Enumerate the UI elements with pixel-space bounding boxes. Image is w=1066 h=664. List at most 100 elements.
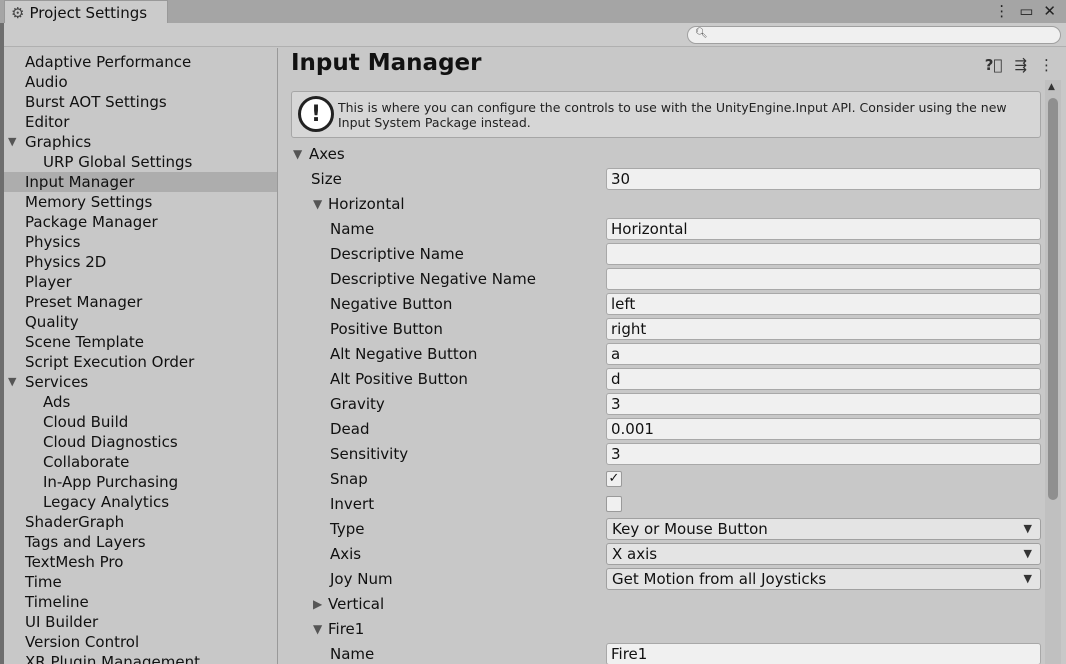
sidebar-item-shadergraph[interactable]: ShaderGraph [4, 512, 277, 532]
sidebar-item-xr-plugin-management[interactable]: XR Plugin Management [4, 652, 277, 664]
negative-button-field[interactable]: left [606, 293, 1041, 315]
vertical-foldout[interactable]: Vertical [328, 594, 384, 614]
sidebar-item-label: In-App Purchasing [43, 473, 179, 491]
tab-project-settings[interactable]: ⚙ Project Settings [4, 0, 168, 24]
input-manager-panel: Input Manager ?⃝ ⇶ ⋮ ! This is where you… [279, 48, 1066, 664]
tab-title: Project Settings [29, 3, 148, 22]
positive-button-field[interactable]: right [606, 318, 1041, 340]
caret-down-icon[interactable]: ▼ [293, 144, 302, 164]
maximize-icon[interactable]: ▭ [1019, 2, 1033, 20]
size-label: Size [311, 170, 342, 188]
sidebar-item-label: Legacy Analytics [43, 493, 170, 511]
descriptive-negative-name-field[interactable] [606, 268, 1041, 290]
snap-label: Snap [330, 470, 368, 488]
axis-dropdown[interactable]: X axis ▼ [606, 543, 1041, 565]
sidebar-item-label: Preset Manager [25, 293, 143, 311]
sidebar-item-services[interactable]: ▼ Services [4, 372, 277, 392]
fire1-foldout[interactable]: Fire1 [328, 619, 364, 639]
sidebar-item-label: Time [25, 573, 62, 591]
descriptive-name-field[interactable] [606, 243, 1041, 265]
info-helpbox: ! This is where you can configure the co… [291, 91, 1041, 138]
sidebar-item-textmesh-pro[interactable]: TextMesh Pro [4, 552, 277, 572]
sidebar-item-label: Quality [25, 313, 79, 331]
sidebar-item-label: Cloud Build [43, 413, 129, 431]
sidebar-item-version-control[interactable]: Version Control [4, 632, 277, 652]
settings-toolbar: 🔍︎ [4, 23, 1066, 47]
size-field[interactable]: 30 [606, 168, 1041, 190]
sensitivity-field[interactable]: 3 [606, 443, 1041, 465]
sidebar-item-cloud-diagnostics[interactable]: Cloud Diagnostics [4, 432, 277, 452]
caret-down-icon[interactable]: ▼ [313, 619, 322, 639]
dropdown-arrow-icon: ▼ [1023, 572, 1032, 585]
joy-num-dropdown[interactable]: Get Motion from all Joysticks ▼ [606, 568, 1041, 590]
alt-negative-button-field[interactable]: a [606, 343, 1041, 365]
caret-down-icon[interactable]: ▼ [8, 372, 16, 392]
gravity-label: Gravity [330, 395, 385, 413]
sidebar-item-input-manager[interactable]: Input Manager [4, 172, 277, 192]
sidebar-item-label: Ads [43, 393, 71, 411]
joy-num-label: Joy Num [330, 570, 393, 588]
sidebar-item-editor[interactable]: Editor [4, 112, 277, 132]
help-icon[interactable]: ?⃝ [985, 56, 1003, 74]
sidebar-item-quality[interactable]: Quality [4, 312, 277, 332]
caret-right-icon[interactable]: ▶ [313, 594, 322, 614]
sidebar-item-label: Cloud Diagnostics [43, 433, 178, 451]
sidebar-item-ui-builder[interactable]: UI Builder [4, 612, 277, 632]
fire1-name-field[interactable]: Fire1 [606, 643, 1041, 664]
sidebar-item-physics-2d[interactable]: Physics 2D [4, 252, 277, 272]
axis-label: Axis [330, 545, 362, 563]
caret-down-icon[interactable]: ▼ [8, 132, 16, 152]
sidebar-item-label: Tags and Layers [25, 533, 146, 551]
sidebar-item-graphics[interactable]: ▼ Graphics [4, 132, 277, 152]
invert-checkbox[interactable] [606, 496, 622, 512]
preset-sliders-icon[interactable]: ⇶ [1014, 56, 1027, 74]
sidebar-item-label: ShaderGraph [25, 513, 125, 531]
horizontal-foldout[interactable]: Horizontal [328, 194, 405, 214]
sidebar-item-label: UI Builder [25, 613, 99, 631]
descriptive-negative-name-label: Descriptive Negative Name [330, 270, 536, 288]
sidebar-item-tags-and-layers[interactable]: Tags and Layers [4, 532, 277, 552]
vertical-scrollbar[interactable]: ▲ [1045, 80, 1061, 664]
dead-field[interactable]: 0.001 [606, 418, 1041, 440]
sidebar-item-physics[interactable]: Physics [4, 232, 277, 252]
sidebar-item-label: Package Manager [25, 213, 158, 231]
sidebar-item-label: URP Global Settings [43, 153, 193, 171]
sidebar-item-label: Burst AOT Settings [25, 93, 167, 111]
sidebar-item-package-manager[interactable]: Package Manager [4, 212, 277, 232]
gravity-field[interactable]: 3 [606, 393, 1041, 415]
sidebar-item-legacy-analytics[interactable]: Legacy Analytics [4, 492, 277, 512]
search-input[interactable]: 🔍︎ [687, 26, 1061, 44]
sidebar-item-collaborate[interactable]: Collaborate [4, 452, 277, 472]
sidebar-item-script-execution-order[interactable]: Script Execution Order [4, 352, 277, 372]
sidebar-item-scene-template[interactable]: Scene Template [4, 332, 277, 352]
sidebar-item-ads[interactable]: Ads [4, 392, 277, 412]
sidebar-item-player[interactable]: Player [4, 272, 277, 292]
sidebar-item-audio[interactable]: Audio [4, 72, 277, 92]
sidebar-item-label: Memory Settings [25, 193, 153, 211]
fire1-name-label: Name [330, 645, 375, 663]
snap-checkbox[interactable]: ✓ [606, 471, 622, 487]
negative-button-label: Negative Button [330, 295, 453, 313]
scrollbar-thumb[interactable] [1048, 98, 1058, 500]
descriptive-name-label: Descriptive Name [330, 245, 464, 263]
sidebar-item-memory-settings[interactable]: Memory Settings [4, 192, 277, 212]
alt-positive-button-field[interactable]: d [606, 368, 1041, 390]
sidebar-item-urp-global-settings[interactable]: URP Global Settings [4, 152, 277, 172]
sidebar-item-preset-manager[interactable]: Preset Manager [4, 292, 277, 312]
sidebar-item-time[interactable]: Time [4, 572, 277, 592]
axes-foldout[interactable]: Axes [309, 144, 345, 164]
page-title: Input Manager [291, 50, 482, 76]
more-vertical-icon[interactable]: ⋮ [1039, 56, 1054, 74]
name-field[interactable]: Horizontal [606, 218, 1041, 240]
sidebar-item-adaptive-performance[interactable]: Adaptive Performance [4, 52, 277, 72]
close-icon[interactable]: ✕ [1043, 2, 1056, 20]
scroll-up-icon[interactable]: ▲ [1048, 82, 1055, 92]
more-vertical-icon[interactable]: ⋮ [994, 2, 1009, 20]
sidebar-item-in-app-purchasing[interactable]: In-App Purchasing [4, 472, 277, 492]
sidebar-item-cloud-build[interactable]: Cloud Build [4, 412, 277, 432]
caret-down-icon[interactable]: ▼ [313, 194, 322, 214]
settings-sidebar: Adaptive Performance Audio Burst AOT Setti… [4, 48, 278, 664]
type-dropdown[interactable]: Key or Mouse Button ▼ [606, 518, 1041, 540]
sidebar-item-timeline[interactable]: Timeline [4, 592, 277, 612]
sidebar-item-burst-aot-settings[interactable]: Burst AOT Settings [4, 92, 277, 112]
